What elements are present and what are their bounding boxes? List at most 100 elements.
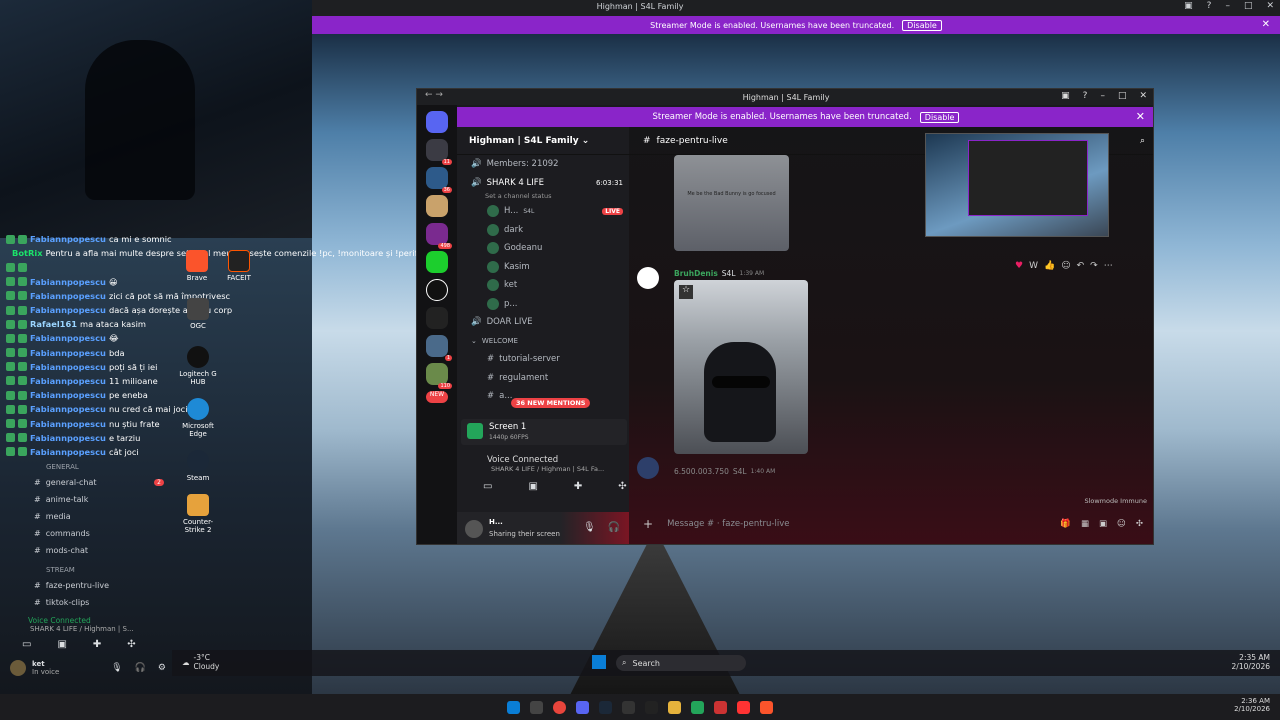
close-button[interactable]: ✕ bbox=[1266, 1, 1274, 11]
badge-icon bbox=[18, 305, 27, 315]
desktop-icon-ogc[interactable]: OGC bbox=[178, 298, 218, 330]
voice-user[interactable]: ket bbox=[457, 276, 629, 295]
csgo-skins-icon[interactable] bbox=[426, 307, 448, 329]
xbox-icon[interactable] bbox=[691, 700, 704, 714]
soundboard-icon[interactable]: ✣ bbox=[618, 481, 626, 492]
discord-icon[interactable] bbox=[576, 700, 589, 714]
disable-button[interactable]: Disable bbox=[902, 19, 942, 31]
avatar[interactable] bbox=[465, 520, 483, 538]
screen-share-panel[interactable]: Screen 1 1440p 60FPS bbox=[461, 419, 627, 445]
desktop-icon-steam[interactable]: Steam bbox=[178, 450, 218, 482]
channel-media[interactable]: # media bbox=[0, 508, 172, 525]
help-icon: ? bbox=[1082, 91, 1088, 101]
desktop-icon-edge[interactable]: Microsoft Edge bbox=[178, 398, 218, 438]
voice-channel-shark[interactable]: 🔊 SHARK 4 LIFE 6:03:31 bbox=[457, 174, 629, 193]
folder-icon[interactable] bbox=[668, 700, 681, 714]
banner-close-icon[interactable]: ✕ bbox=[1262, 19, 1270, 30]
windows-start-icon[interactable] bbox=[592, 655, 606, 669]
minimize-button[interactable]: – bbox=[1100, 91, 1105, 101]
avatar[interactable] bbox=[637, 457, 659, 479]
channel-mods-chat[interactable]: # mods-chat bbox=[0, 542, 172, 559]
channel-regulament[interactable]: # regulament bbox=[457, 369, 629, 388]
taskbar-search[interactable]: ⌕ Search bbox=[616, 655, 746, 671]
server-icon[interactable] bbox=[426, 279, 448, 301]
kick-server-icon[interactable] bbox=[426, 251, 448, 273]
new-badge[interactable]: NEW bbox=[426, 391, 448, 403]
activity-icon[interactable]: ✚ bbox=[93, 639, 101, 650]
back-forward-icon[interactable]: ← → bbox=[425, 90, 443, 100]
banner-close-icon[interactable]: ✕ bbox=[1136, 110, 1145, 123]
search-icon[interactable]: ⌕ bbox=[1140, 136, 1145, 146]
desktop-icon-brave[interactable]: Brave bbox=[178, 250, 216, 282]
server-icon[interactable]: 36 bbox=[426, 167, 452, 193]
steam-icon[interactable] bbox=[599, 700, 612, 714]
server-icon[interactable]: 11 bbox=[426, 139, 452, 165]
brave-icon[interactable] bbox=[760, 700, 773, 714]
desktop-icon-cs2[interactable]: Counter-Strike 2 bbox=[178, 494, 218, 534]
camera-off-icon[interactable]: ▭ bbox=[22, 639, 31, 650]
channel-commands[interactable]: # commands bbox=[0, 525, 172, 542]
desktop-icon-faceit[interactable]: FACEIT bbox=[220, 250, 258, 282]
desktop-icon-logitech[interactable]: Logitech G HUB bbox=[178, 346, 218, 386]
background-voice-panel: Voice Connected SHARK 4 LIFE / Highman |… bbox=[6, 616, 166, 686]
message-composer[interactable]: + Message # · faze-pentru-live 🎁 ▦ ▣ ☺ ✣ bbox=[643, 511, 1143, 537]
channel-tiktok-clips[interactable]: # tiktok-clips bbox=[0, 594, 172, 611]
badge-icon bbox=[18, 376, 27, 386]
app-icon[interactable] bbox=[622, 700, 635, 714]
voice-channel-doar-live[interactable]: 🔊 DOAR LIVE bbox=[457, 313, 629, 332]
category-stream[interactable]: STREAM bbox=[0, 563, 172, 577]
attachment-image[interactable]: Me be the Bad Bunny is go focused bbox=[674, 155, 789, 251]
app-icon[interactable] bbox=[645, 700, 658, 714]
search-icon[interactable] bbox=[530, 700, 543, 714]
server-icon[interactable]: 498 bbox=[426, 223, 452, 249]
chrome-icon[interactable] bbox=[553, 700, 566, 714]
voice-user[interactable]: p... bbox=[457, 295, 629, 314]
clock[interactable]: 2:36 AM 2/10/2026 bbox=[1234, 697, 1270, 713]
app-icon[interactable] bbox=[714, 700, 727, 714]
new-mentions-pill[interactable]: 36 NEW MENTIONS bbox=[511, 398, 591, 408]
channel-faze-pentru-live[interactable]: # faze-pentru-live bbox=[0, 577, 172, 594]
video-attachment[interactable]: ☆ bbox=[674, 280, 808, 454]
minimize-button[interactable]: – bbox=[1225, 1, 1230, 11]
screen-share-icon[interactable]: ▣ bbox=[57, 639, 66, 650]
help-icon[interactable]: ? bbox=[1207, 1, 1212, 11]
message-actions[interactable]: ♥ W 👍 ☺ ↶ ↷ ⋯ bbox=[1009, 257, 1149, 275]
disable-button[interactable]: Disable bbox=[919, 111, 960, 123]
server-icon[interactable] bbox=[426, 195, 448, 217]
discord-home-icon[interactable] bbox=[426, 111, 448, 133]
server-icon[interactable]: 110 bbox=[426, 363, 452, 389]
voice-user[interactable]: dark bbox=[457, 221, 629, 240]
channel-tutorial-server[interactable]: # tutorial-server bbox=[457, 350, 629, 369]
mic-icon[interactable]: 🎙 bbox=[583, 522, 596, 533]
app-icon[interactable] bbox=[737, 700, 750, 714]
avatar[interactable] bbox=[637, 267, 659, 289]
close-button[interactable]: ✕ bbox=[1139, 91, 1147, 101]
pip-icon[interactable]: ▣ bbox=[1184, 1, 1193, 11]
screen-share-preview[interactable] bbox=[925, 133, 1109, 237]
settings-icon[interactable]: ⚙ bbox=[158, 663, 166, 673]
activity-icon[interactable]: ✚ bbox=[574, 481, 582, 492]
channel-anime-talk[interactable]: # anime-talk bbox=[0, 491, 172, 508]
avatar[interactable] bbox=[10, 660, 26, 676]
channel-general-chat[interactable]: # general-chat 2 bbox=[0, 474, 172, 491]
category-welcome[interactable]: ⌄ WELCOME bbox=[457, 332, 629, 351]
desk-clock[interactable]: 2:35 AM 2/10/2026 bbox=[1232, 653, 1270, 671]
camera-off-icon[interactable]: ▭ bbox=[483, 481, 492, 492]
voice-user[interactable]: H... S4L LIVE bbox=[457, 202, 629, 221]
server-icon[interactable]: 1 bbox=[426, 335, 452, 361]
maximize-button[interactable]: □ bbox=[1118, 91, 1127, 101]
voice-user[interactable]: Kasim bbox=[457, 258, 629, 277]
soundboard-icon[interactable]: ✣ bbox=[127, 639, 135, 650]
category-general[interactable]: GENERAL bbox=[0, 460, 172, 474]
set-status[interactable]: Set a channel status bbox=[457, 192, 629, 202]
members-channel[interactable]: 🔊 Members: 21092 bbox=[457, 155, 629, 174]
badge-icon bbox=[6, 333, 15, 343]
headset-icon[interactable]: 🎧 bbox=[608, 522, 620, 533]
mic-icon[interactable]: 🎙 bbox=[111, 663, 122, 673]
headset-icon[interactable]: 🎧 bbox=[135, 663, 146, 673]
screen-share-icon[interactable]: ▣ bbox=[528, 481, 537, 492]
maximize-button[interactable]: □ bbox=[1244, 1, 1253, 11]
voice-user[interactable]: Godeanu bbox=[457, 239, 629, 258]
windows-start-icon[interactable] bbox=[507, 700, 520, 714]
server-name[interactable]: Highman | S4L Family ⌄ bbox=[457, 127, 629, 155]
